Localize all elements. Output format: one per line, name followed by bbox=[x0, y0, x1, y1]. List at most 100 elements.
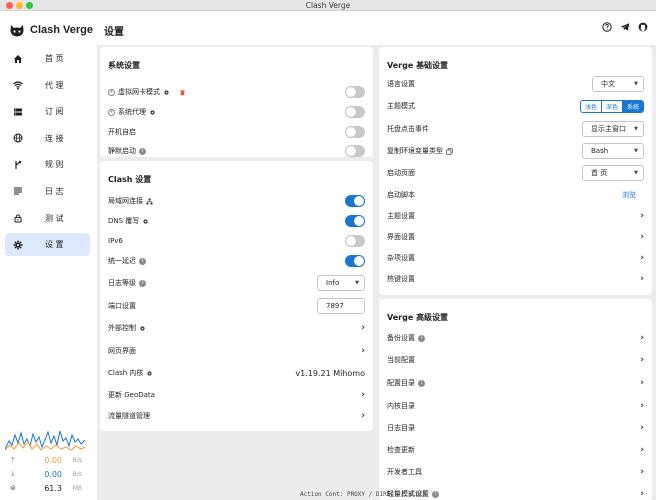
info-icon[interactable]: i bbox=[418, 334, 425, 342]
sidebar-item-connections[interactable]: 连 接 bbox=[5, 127, 90, 150]
setting-label: 语言设置 bbox=[387, 80, 415, 88]
setting-row-update-geodata[interactable]: 更新 GeoData › bbox=[100, 385, 373, 405]
setting-label: 启动页面 bbox=[387, 169, 415, 177]
tun-mode-toggle[interactable] bbox=[345, 86, 365, 98]
sidebar-item-settings[interactable]: 设 置 bbox=[5, 233, 90, 257]
sidebar-item-home[interactable]: 首 页 bbox=[5, 47, 90, 70]
fork-icon bbox=[15, 160, 22, 169]
traffic-monitor[interactable]: ↑ 0.00 B/s ↓ 0.00 B/s ⊜ 61.3 MB bbox=[4, 425, 90, 497]
language-select[interactable]: 中文 ▼ bbox=[592, 76, 644, 92]
setting-label: 流量隧道管理 bbox=[108, 412, 150, 420]
copy-icon[interactable] bbox=[446, 147, 453, 155]
setting-label: 局域网连接 bbox=[108, 197, 143, 205]
setting-row-backup[interactable]: 备份设置 i › bbox=[379, 328, 652, 348]
setting-label: 日志目录 bbox=[387, 424, 415, 432]
setting-label: 内核目录 bbox=[387, 402, 415, 410]
info-icon[interactable]: i bbox=[139, 257, 146, 265]
setting-row-tunnels[interactable]: 流量隧道管理 › bbox=[100, 406, 373, 426]
setting-row-external-controller[interactable]: 外部控制 › bbox=[100, 318, 373, 338]
select-value: Info bbox=[326, 279, 340, 287]
tray-click-select[interactable]: 显示主窗口 ▼ bbox=[582, 121, 644, 137]
setting-row-core-dir[interactable]: 内核目录 › bbox=[379, 396, 652, 416]
theme-mode-segmented: 浅色 深色 系统 bbox=[579, 99, 644, 113]
dns-override-toggle[interactable] bbox=[345, 215, 365, 227]
gear-icon[interactable] bbox=[163, 89, 170, 96]
system-proxy-toggle[interactable] bbox=[345, 106, 365, 118]
chevron-right-icon: › bbox=[361, 390, 365, 400]
gear-icon[interactable] bbox=[142, 218, 149, 225]
setting-row-log-level: 日志等级 i Info ▼ bbox=[100, 273, 373, 293]
download-speed-row: ↓ 0.00 B/s bbox=[5, 467, 90, 481]
setting-row-system-proxy: ⏸ 系统代理 bbox=[100, 102, 373, 122]
copy-env-select[interactable]: Bash ▼ bbox=[582, 143, 644, 159]
info-icon[interactable]: i bbox=[139, 147, 146, 155]
setting-label: 统一延迟 bbox=[108, 257, 136, 265]
browse-button[interactable]: 浏览 bbox=[622, 190, 636, 200]
memory-row: ⊜ 61.3 MB bbox=[5, 481, 90, 495]
chevron-right-icon: › bbox=[640, 445, 644, 455]
verge-basic-settings-card: Verge 基础设置 语言设置 中文 ▼ 主题模式 浅色 深色 系统 托盘点击事件… bbox=[379, 47, 652, 295]
setting-row-misc-settings[interactable]: 杂项设置 › bbox=[379, 248, 652, 268]
sidebar-item-profiles[interactable]: 订 阅 bbox=[5, 100, 90, 123]
telegram-icon[interactable] bbox=[620, 22, 630, 32]
setting-row-check-update[interactable]: 检查更新 › bbox=[379, 440, 652, 460]
theme-system-option[interactable]: 系统 bbox=[622, 100, 643, 112]
gear-icon[interactable] bbox=[149, 109, 156, 116]
sidebar-item-label: 代 理 bbox=[45, 80, 64, 90]
log-level-select[interactable]: Info ▼ bbox=[317, 275, 365, 291]
info-icon[interactable]: i bbox=[432, 490, 439, 498]
sidebar-item-proxy[interactable]: 代 理 bbox=[5, 74, 90, 97]
select-value: 显示主窗口 bbox=[591, 125, 626, 133]
setting-row-current-config[interactable]: 当前配置 › bbox=[379, 350, 652, 370]
network-icon[interactable] bbox=[146, 198, 153, 205]
setting-row-ipv6: IPv6 bbox=[100, 231, 373, 251]
globe-icon bbox=[13, 133, 23, 143]
setting-row-ui-settings[interactable]: 界面设置 › bbox=[379, 227, 652, 247]
allow-lan-toggle[interactable] bbox=[345, 195, 365, 207]
info-icon[interactable]: i bbox=[139, 279, 146, 287]
setting-row-log-dir[interactable]: 日志目录 › bbox=[379, 418, 652, 438]
setting-row-clash-core[interactable]: Clash 内核 v1.19.21 Mihomo bbox=[100, 363, 373, 383]
setting-row-theme-settings[interactable]: 主题设置 › bbox=[379, 206, 652, 226]
pause-badge-icon: ⏸ bbox=[108, 88, 115, 96]
sidebar-item-test[interactable]: 测 试 bbox=[5, 207, 90, 230]
chevron-right-icon: › bbox=[640, 467, 644, 477]
chevron-right-icon: › bbox=[640, 211, 644, 221]
setting-row-dev-tools[interactable]: 开发者工具 › bbox=[379, 462, 652, 482]
sidebar-item-rules[interactable]: 规 则 bbox=[5, 153, 90, 176]
port-input[interactable]: 7897 bbox=[317, 298, 365, 314]
ipv6-toggle[interactable] bbox=[345, 235, 365, 247]
setting-row-config-dir[interactable]: 配置目录 i › bbox=[379, 373, 652, 393]
silent-start-toggle[interactable] bbox=[345, 145, 365, 157]
app-name: Clash Verge bbox=[30, 24, 93, 36]
theme-light-option[interactable]: 浅色 bbox=[581, 100, 602, 112]
sidebar-item-logs[interactable]: 日 志 bbox=[5, 180, 90, 203]
setting-row-language: 语言设置 中文 ▼ bbox=[379, 74, 652, 94]
chevron-right-icon: › bbox=[640, 423, 644, 433]
setting-label: 外部控制 bbox=[108, 324, 136, 332]
auto-launch-toggle[interactable] bbox=[345, 126, 365, 138]
gear-icon[interactable] bbox=[139, 325, 146, 332]
info-icon[interactable]: i bbox=[418, 379, 425, 387]
theme-dark-option[interactable]: 深色 bbox=[602, 100, 623, 112]
chevron-right-icon: › bbox=[640, 489, 644, 499]
setting-row-web-ui[interactable]: 网页界面 › bbox=[100, 341, 373, 361]
upload-speed-unit: B/s bbox=[72, 456, 82, 464]
setting-row-auto-launch: 开机自启 bbox=[100, 122, 373, 142]
clash-settings-card: Clash 设置 局域网连接 DNS 覆写 IPv6 统一延迟 i 日志等级 i I… bbox=[100, 161, 373, 431]
clash-core-version: v1.19.21 Mihomo bbox=[295, 368, 365, 378]
trash-icon[interactable] bbox=[179, 89, 186, 96]
select-value: 中文 bbox=[601, 80, 615, 88]
setting-label: DNS 覆写 bbox=[108, 217, 140, 225]
github-icon[interactable] bbox=[638, 22, 648, 32]
traffic-graph bbox=[4, 430, 86, 451]
unified-delay-toggle[interactable] bbox=[345, 255, 365, 267]
chevron-right-icon: › bbox=[640, 378, 644, 388]
main-header: 设置 bbox=[97, 11, 656, 45]
help-icon[interactable] bbox=[602, 22, 612, 32]
start-page-select[interactable]: 首 页 ▼ bbox=[582, 165, 644, 181]
gear-icon[interactable] bbox=[146, 370, 153, 377]
setting-label: 主题设置 bbox=[387, 212, 415, 220]
setting-row-hotkey-settings[interactable]: 热键设置 › bbox=[379, 269, 652, 289]
setting-label: Clash 内核 bbox=[108, 369, 144, 377]
